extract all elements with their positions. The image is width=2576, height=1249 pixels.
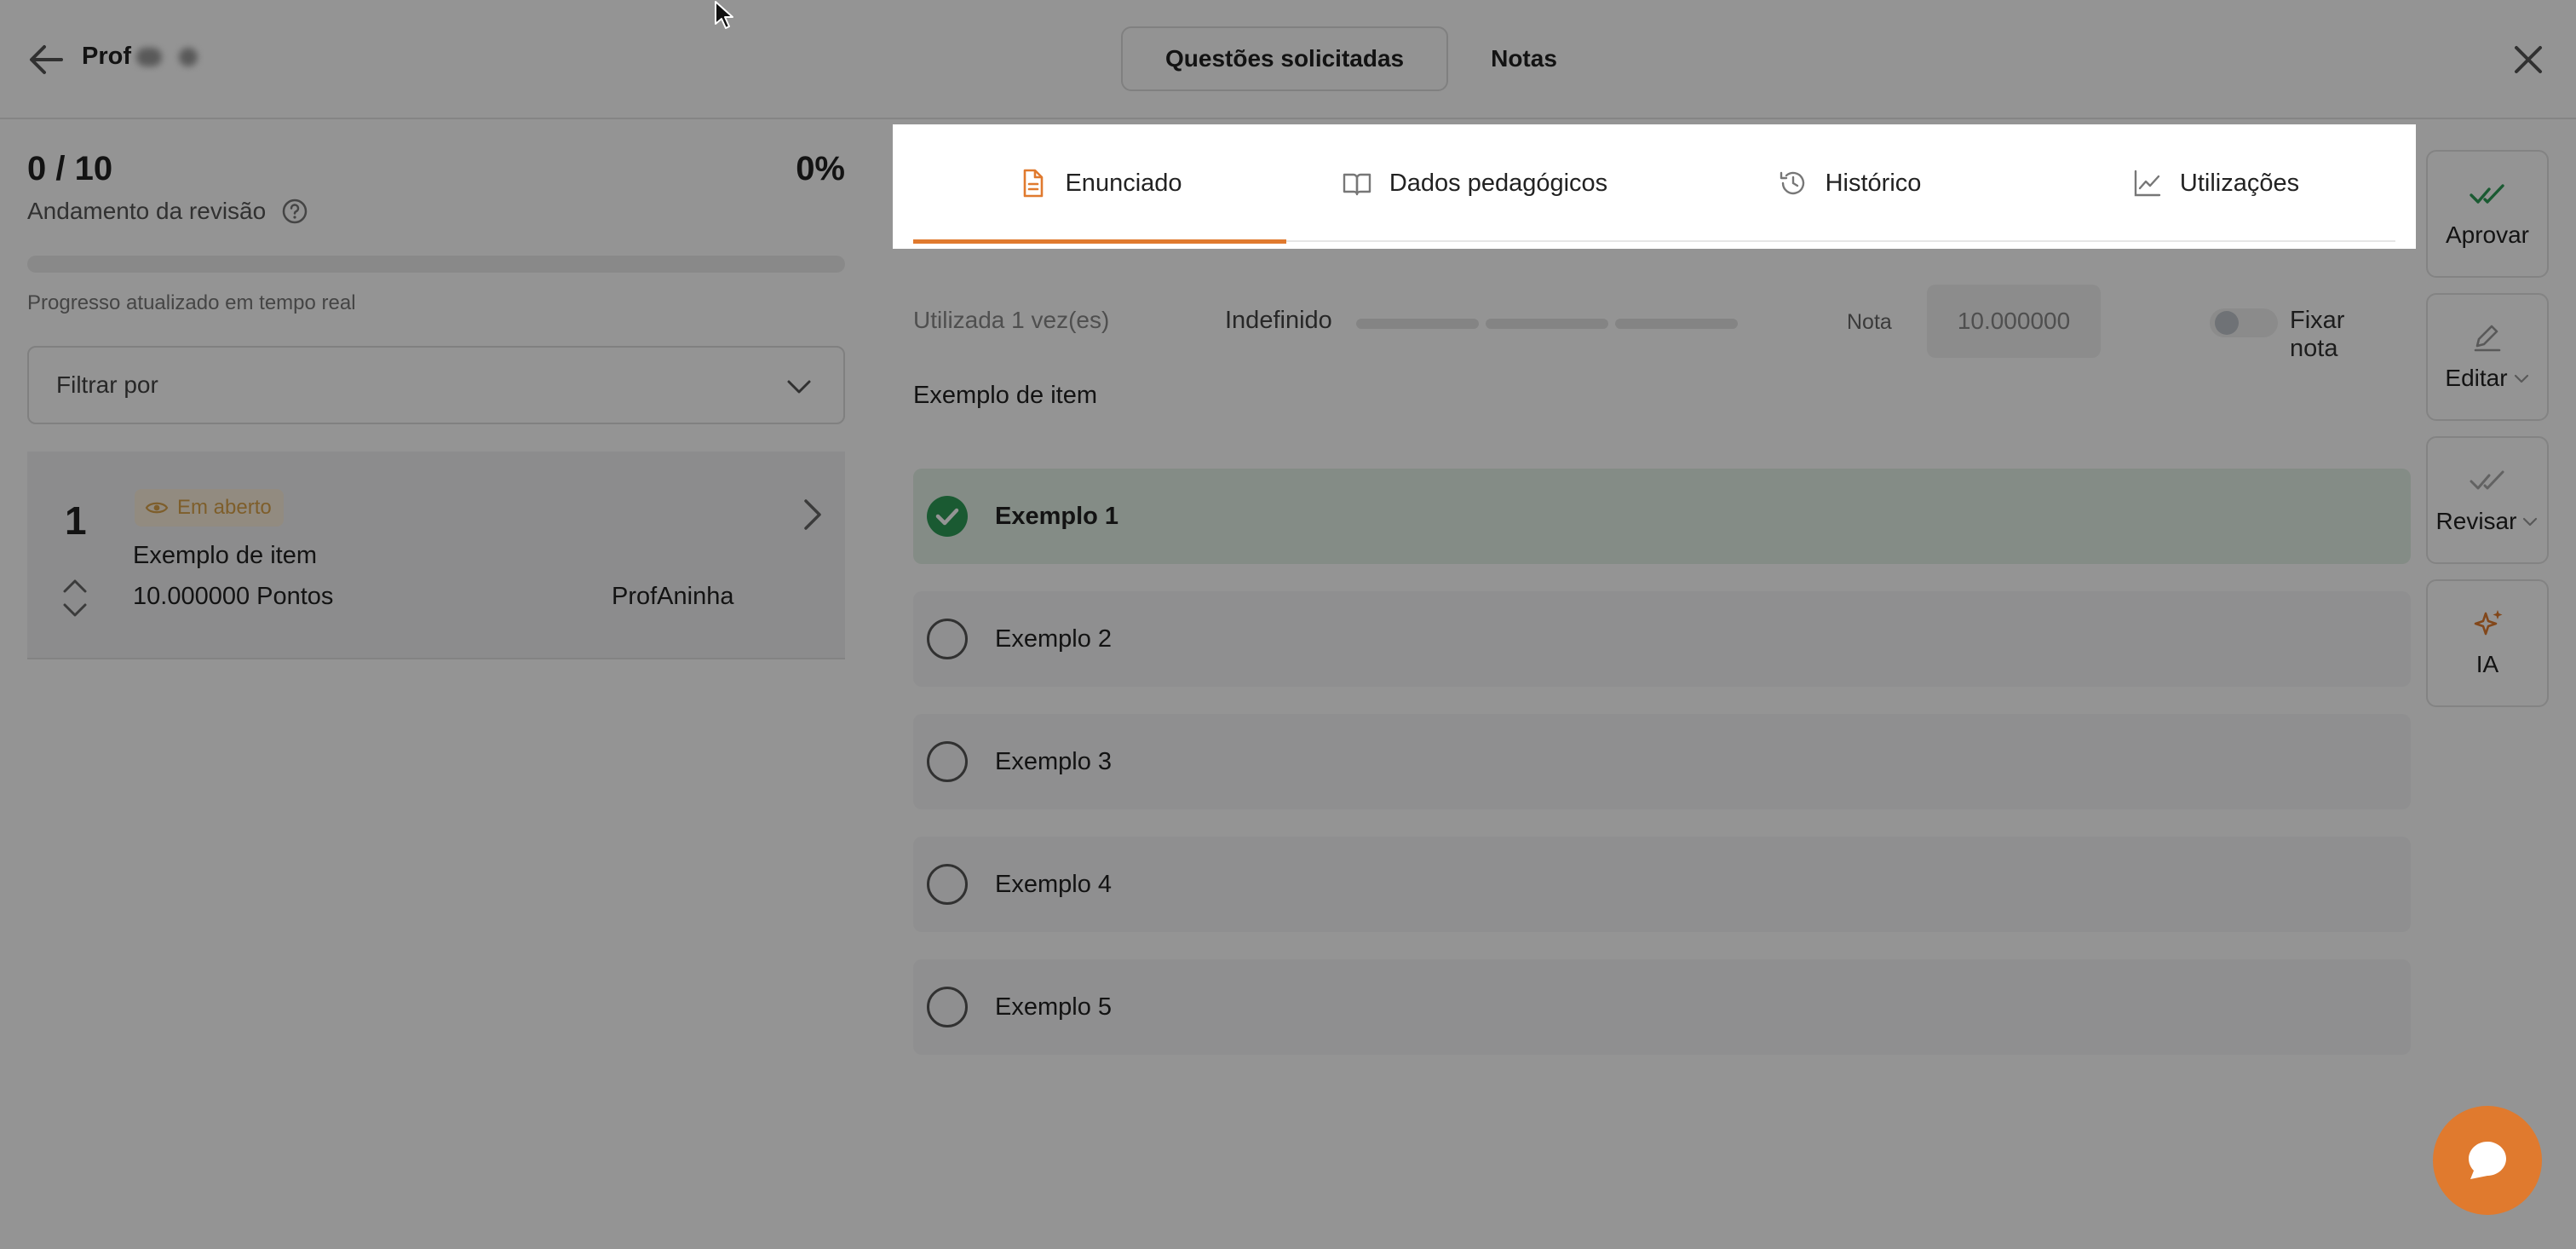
answer-option[interactable]: Exemplo 2 (913, 591, 2411, 687)
tab-dados-pedagogicos[interactable]: Dados pedagógicos (1286, 124, 1663, 242)
difficulty-bar (1615, 319, 1738, 329)
edit-label-text: Editar (2445, 365, 2508, 391)
ai-label: IA (2475, 651, 2499, 677)
question-title: Exemplo de item (133, 542, 317, 569)
review-button[interactable]: Revisar (2426, 436, 2549, 564)
radio-circle[interactable] (927, 987, 968, 1027)
question-content: Enunciado Dados pedagógicos Histórico Ut… (893, 124, 2416, 1249)
status-badge-text: Em aberto (177, 496, 272, 519)
arrow-left-icon (30, 45, 63, 74)
answer-option-label: Exemplo 5 (995, 993, 1113, 1021)
chart-icon (2134, 170, 2161, 197)
review-label-text: Revisar (2435, 508, 2517, 534)
mouse-cursor-icon (715, 1, 733, 29)
edit-button[interactable]: Editar (2426, 293, 2549, 421)
chevron-down-icon (2514, 374, 2528, 383)
difficulty-bars (1356, 319, 1738, 329)
review-action-label: Revisar (2436, 508, 2539, 535)
tab-enunciado-label: Enunciado (1065, 169, 1182, 197)
approve-label: Aprovar (2445, 222, 2530, 248)
top-tabs: Questões solicitadas Notas (1121, 26, 1600, 92)
tab-utilizacoes-label: Utilizações (2179, 169, 2300, 197)
tab-utilizacoes[interactable]: Utilizações (2036, 124, 2395, 242)
double-check-icon (2470, 184, 2504, 204)
content-tabs-bar: Enunciado Dados pedagógicos Histórico Ut… (893, 124, 2416, 249)
check-circle-icon (927, 496, 968, 537)
review-percent: 0% (796, 150, 845, 187)
usage-count: Utilizada 1 vez(es) (913, 307, 1110, 333)
chevron-down-icon (787, 380, 811, 394)
chat-button[interactable] (2433, 1106, 2542, 1215)
sparkles-icon (2474, 610, 2503, 636)
question-number: 1 (65, 498, 87, 543)
review-progress-bar (27, 256, 845, 273)
answer-option-label: Exemplo 3 (995, 748, 1113, 775)
chevron-down-icon (2523, 517, 2538, 527)
tab-dados-label: Dados pedagógicos (1389, 169, 1608, 197)
answer-option[interactable]: Exemplo 5 (913, 959, 2411, 1055)
tab-historico-label: Histórico (1825, 169, 1922, 197)
content-tabs: Enunciado Dados pedagógicos Histórico Ut… (913, 124, 2395, 244)
close-icon (2515, 46, 2542, 73)
double-check-icon (2470, 470, 2504, 490)
redacted-name (179, 47, 198, 66)
tab-questoes-solicitadas[interactable]: Questões solicitadas (1121, 26, 1449, 91)
review-label: Andamento da revisão (27, 198, 308, 225)
answer-option[interactable]: Exemplo 1 (913, 469, 2411, 564)
close-button[interactable] (2510, 41, 2547, 78)
overlay-dim (0, 124, 893, 249)
answer-option-label: Exemplo 4 (995, 871, 1113, 898)
chevron-right-icon[interactable] (796, 496, 830, 533)
review-label-text: Andamento da revisão (27, 198, 267, 224)
top-bar: Prof Questões solicitadas Notas (0, 0, 2576, 119)
help-icon[interactable] (281, 198, 308, 225)
question-points: 10.000000 Pontos (133, 583, 334, 610)
history-icon (1780, 171, 1804, 195)
ai-button[interactable]: IA (2426, 579, 2549, 707)
radio-circle[interactable] (927, 619, 968, 659)
radio-circle[interactable] (927, 741, 968, 782)
nota-label: Nota (1847, 310, 1892, 334)
fixar-nota-label: Fixar nota (2290, 307, 2345, 362)
eye-icon (145, 502, 169, 514)
question-author: ProfAninha (612, 583, 734, 610)
answer-option-label: Exemplo 2 (995, 625, 1113, 653)
filter-select[interactable]: Filtrar por (27, 346, 845, 424)
back-button[interactable] (24, 41, 68, 78)
review-score: 0 / 10 (27, 150, 113, 187)
reorder-icon[interactable] (60, 576, 90, 620)
tab-notas[interactable]: Notas (1448, 26, 1600, 91)
filter-placeholder: Filtrar por (56, 371, 158, 398)
question-statement: Exemplo de item (913, 382, 1097, 409)
progress-note: Progresso atualizado em tempo real (27, 291, 356, 314)
answer-option[interactable]: Exemplo 4 (913, 837, 2411, 932)
edit-label: Editar (2445, 365, 2529, 392)
tab-enunciado[interactable]: Enunciado (913, 124, 1286, 244)
tab-historico[interactable]: Histórico (1663, 124, 2036, 242)
nota-input[interactable]: 10.000000 (1927, 285, 2101, 358)
difficulty-label: Indefinido (1225, 307, 1332, 334)
difficulty-bar (1486, 319, 1608, 329)
fixar-nota-toggle[interactable] (2210, 308, 2278, 337)
status-badge: Em aberto (135, 489, 284, 527)
redacted-name (136, 47, 162, 66)
answer-option-label: Exemplo 1 (995, 503, 1119, 530)
book-icon (1343, 173, 1371, 196)
edit-icon (2474, 325, 2501, 352)
document-icon (1024, 169, 1044, 198)
difficulty-bar (1356, 319, 1479, 329)
question-meta: Utilizada 1 vez(es) Indefinido Nota 10.0… (913, 281, 2395, 362)
chat-bubble-icon (2469, 1142, 2506, 1179)
page: Prof Questões solicitadas Notas 0 / 10 0… (0, 0, 2576, 1249)
radio-circle[interactable] (927, 864, 968, 905)
professor-name: Prof (82, 43, 198, 71)
approve-button[interactable]: Aprovar (2426, 150, 2549, 278)
answer-option[interactable]: Exemplo 3 (913, 714, 2411, 809)
professor-name-text: Prof (82, 43, 131, 70)
question-card[interactable]: 1 Em aberto Exemplo de item 10.000000 Po… (27, 452, 845, 659)
